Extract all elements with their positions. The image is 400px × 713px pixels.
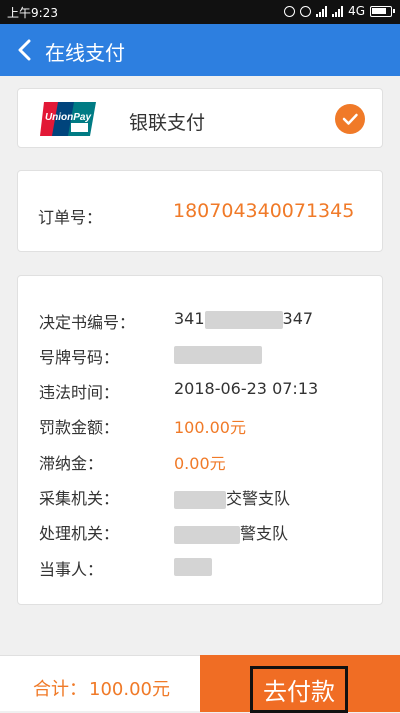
status-bar: 上午9:23 4G (0, 0, 400, 24)
late-fee-value: 0.00元 (174, 454, 226, 473)
plate-value (174, 344, 262, 364)
fine-row: 罚款金额： 100.00元 (39, 414, 369, 438)
late-fee-label: 滞纳金： (39, 454, 104, 473)
violation-time-row: 违法时间： 2018-06-23 07:13 (39, 379, 369, 403)
process-agency-row: 处理机关： 警支队 (39, 520, 369, 544)
pay-button[interactable]: 去付款 (200, 655, 400, 713)
party-value (174, 556, 212, 576)
collect-agency-row: 采集机关： 交警支队 (39, 485, 369, 509)
back-arrow-icon[interactable] (16, 39, 36, 61)
signal-2-icon (332, 5, 344, 17)
total: 合计： 100.00元 (33, 675, 170, 701)
order-number-value: 180704340071345 (173, 200, 355, 222)
order-number-label: 订单号： (38, 208, 103, 227)
signal-icon (316, 5, 328, 17)
battery-icon (370, 5, 395, 17)
violation-time-label: 违法时间： (39, 383, 120, 402)
total-value: 100.00元 (89, 679, 170, 700)
plate-label: 号牌号码： (39, 348, 120, 367)
blurred-region (174, 345, 262, 364)
decision-number-row: 决定书编号： 341 347 (39, 309, 369, 333)
blurred-region (174, 557, 212, 576)
fine-value: 100.00元 (174, 418, 246, 437)
status-time: 上午9:23 (7, 6, 58, 20)
violation-time-value: 2018-06-23 07:13 (174, 379, 319, 398)
process-agency-value: 警支队 (174, 520, 288, 544)
svg-text:UnionPay: UnionPay (45, 112, 92, 123)
payment-method-card[interactable]: UnionPay 银联支付 (17, 88, 383, 148)
plate-row: 号牌号码： (39, 344, 369, 368)
status-icons: 4G (284, 4, 395, 18)
page-title: 在线支付 (45, 41, 125, 65)
blurred-region (204, 310, 283, 329)
total-label: 合计： (33, 679, 87, 700)
check-icon (335, 104, 365, 134)
decision-number-value: 341 347 (174, 309, 313, 329)
process-agency-label: 处理机关： (39, 524, 120, 543)
collect-agency-value: 交警支队 (174, 485, 290, 509)
collect-agency-label: 采集机关： (39, 489, 120, 508)
unionpay-logo-icon: UnionPay (40, 102, 96, 136)
alarm-icon (284, 5, 296, 17)
process-agency-suffix: 警支队 (240, 524, 289, 543)
collect-agency-suffix: 交警支队 (226, 489, 291, 508)
fine-label: 罚款金额： (39, 418, 120, 437)
party-row: 当事人： (39, 556, 369, 580)
network-type: 4G (348, 4, 365, 18)
blurred-region (174, 525, 240, 544)
late-fee-row: 滞纳金： 0.00元 (39, 450, 369, 474)
header-bar: 在线支付 (0, 24, 400, 76)
pay-button-label: 去付款 (250, 666, 348, 713)
bottom-bar: 合计： 100.00元 去付款 (0, 655, 400, 713)
decision-number-label: 决定书编号： (39, 313, 136, 332)
payment-method-label: 银联支付 (129, 112, 206, 134)
party-label: 当事人： (39, 560, 104, 579)
decision-number-prefix: 341 (174, 309, 205, 328)
face-icon (300, 5, 312, 17)
order-card: 订单号： 180704340071345 (17, 170, 383, 252)
blurred-region (174, 490, 226, 509)
details-card: 决定书编号： 341 347 号牌号码： 违法时间： 2018-06-23 07:… (17, 275, 383, 605)
decision-number-suffix: 347 (282, 309, 314, 328)
